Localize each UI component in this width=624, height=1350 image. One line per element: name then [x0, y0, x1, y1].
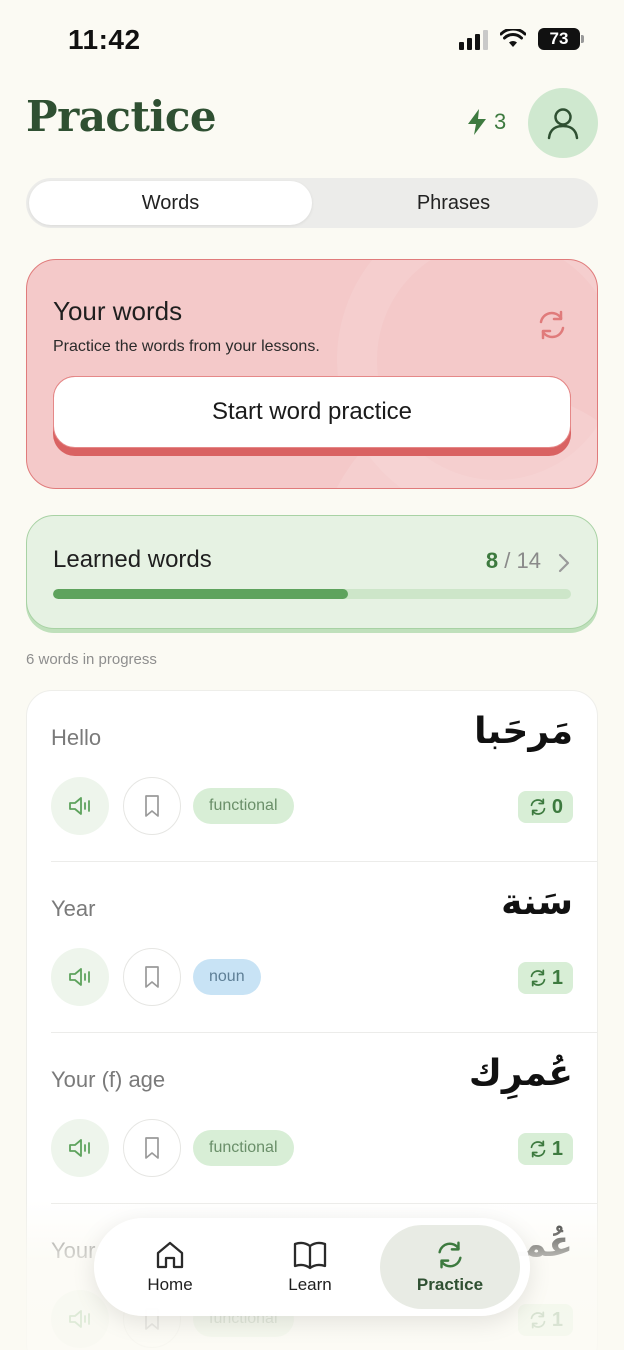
- home-icon: [156, 1241, 184, 1269]
- learned-words-title: Learned words: [53, 546, 212, 573]
- word-arabic: عُمرِك: [468, 1053, 573, 1094]
- start-word-practice-button[interactable]: Start word practice: [53, 376, 571, 456]
- streak-counter[interactable]: 3: [466, 108, 506, 136]
- wifi-icon: [500, 29, 526, 47]
- review-count-badge: 1: [517, 1133, 573, 1165]
- tab-phrases[interactable]: Phrases: [312, 181, 595, 225]
- word-english: Your (f) age: [51, 1067, 166, 1092]
- bookmark-button[interactable]: [123, 948, 181, 1006]
- word-arabic: سَنة: [501, 882, 573, 923]
- total-count: 14: [516, 548, 541, 573]
- bookmark-icon: [145, 795, 159, 817]
- refresh-icon: [530, 798, 546, 816]
- learned-count: 8: [485, 548, 499, 573]
- book-icon: [293, 1241, 327, 1270]
- word-english: Hello: [51, 725, 102, 750]
- review-count: 0: [551, 795, 563, 818]
- bookmark-button[interactable]: [123, 777, 181, 835]
- user-icon: [547, 108, 579, 140]
- speaker-icon: [69, 1139, 90, 1157]
- learned-words-count: 8 / 14: [486, 548, 541, 574]
- nav-learn-label: Learn: [288, 1275, 332, 1294]
- your-words-title: Your words: [53, 296, 183, 326]
- words-in-progress-label: 6 words in progress: [26, 651, 157, 668]
- start-word-practice-label: Start word practice: [53, 376, 571, 448]
- count-separator: /: [504, 548, 511, 573]
- nav-practice-label: Practice: [416, 1275, 484, 1294]
- word-type-tag: noun: [193, 959, 261, 995]
- play-audio-button[interactable]: [51, 777, 109, 835]
- speaker-icon: [69, 797, 90, 815]
- profile-button[interactable]: [528, 88, 598, 158]
- word-arabic: مَرحَبا: [474, 711, 573, 752]
- segmented-tabs: Words Phrases: [26, 178, 598, 228]
- review-count: 1: [551, 966, 563, 989]
- word-row[interactable]: Year سَنة noun 1: [27, 862, 597, 1033]
- learned-words-card[interactable]: Learned words 8 / 14: [26, 515, 598, 629]
- lightning-icon: [468, 109, 486, 135]
- nav-home-label: Home: [147, 1275, 193, 1294]
- status-bar: 11:42 73: [0, 0, 624, 84]
- status-time: 11:42: [68, 24, 141, 55]
- word-english: Year: [51, 896, 96, 921]
- play-audio-button[interactable]: [51, 948, 109, 1006]
- play-audio-button[interactable]: [51, 1119, 109, 1177]
- bookmark-icon: [145, 1137, 159, 1159]
- refresh-icon: [530, 1140, 546, 1158]
- refresh-icon: [530, 969, 546, 987]
- nav-home[interactable]: Home: [100, 1225, 240, 1309]
- bottom-nav: Home Learn Practice: [94, 1218, 530, 1316]
- word-type-tag: functional: [193, 788, 294, 824]
- word-type-tag: functional: [193, 1130, 294, 1166]
- review-count: 1: [551, 1137, 563, 1160]
- streak-count: 3: [494, 109, 507, 134]
- learned-progress-bar: [53, 589, 571, 599]
- cellular-signal-icon: [459, 28, 488, 50]
- nav-practice[interactable]: Practice: [380, 1225, 520, 1309]
- speaker-icon: [69, 968, 90, 986]
- nav-learn[interactable]: Learn: [240, 1225, 380, 1309]
- bookmark-icon: [145, 966, 159, 988]
- chevron-right-icon: [558, 553, 570, 573]
- page-title: Practice: [26, 92, 217, 141]
- tab-words[interactable]: Words: [29, 181, 312, 225]
- your-words-subtitle: Practice the words from your lessons.: [53, 338, 320, 355]
- refresh-icon: [438, 1241, 462, 1269]
- review-count-badge: 1: [517, 962, 573, 994]
- bookmark-button[interactable]: [123, 1119, 181, 1177]
- refresh-icon: [539, 310, 565, 340]
- word-row[interactable]: Your (f) age عُمرِك functional 1: [27, 1033, 597, 1204]
- review-count-badge: 0: [517, 791, 573, 823]
- status-icons: 73: [459, 28, 584, 50]
- word-row[interactable]: Hello مَرحَبا functional 0: [27, 691, 597, 862]
- learned-progress-fill: [53, 589, 349, 599]
- battery-icon: 73: [538, 28, 584, 50]
- your-words-card: Your words Practice the words from your …: [26, 259, 598, 489]
